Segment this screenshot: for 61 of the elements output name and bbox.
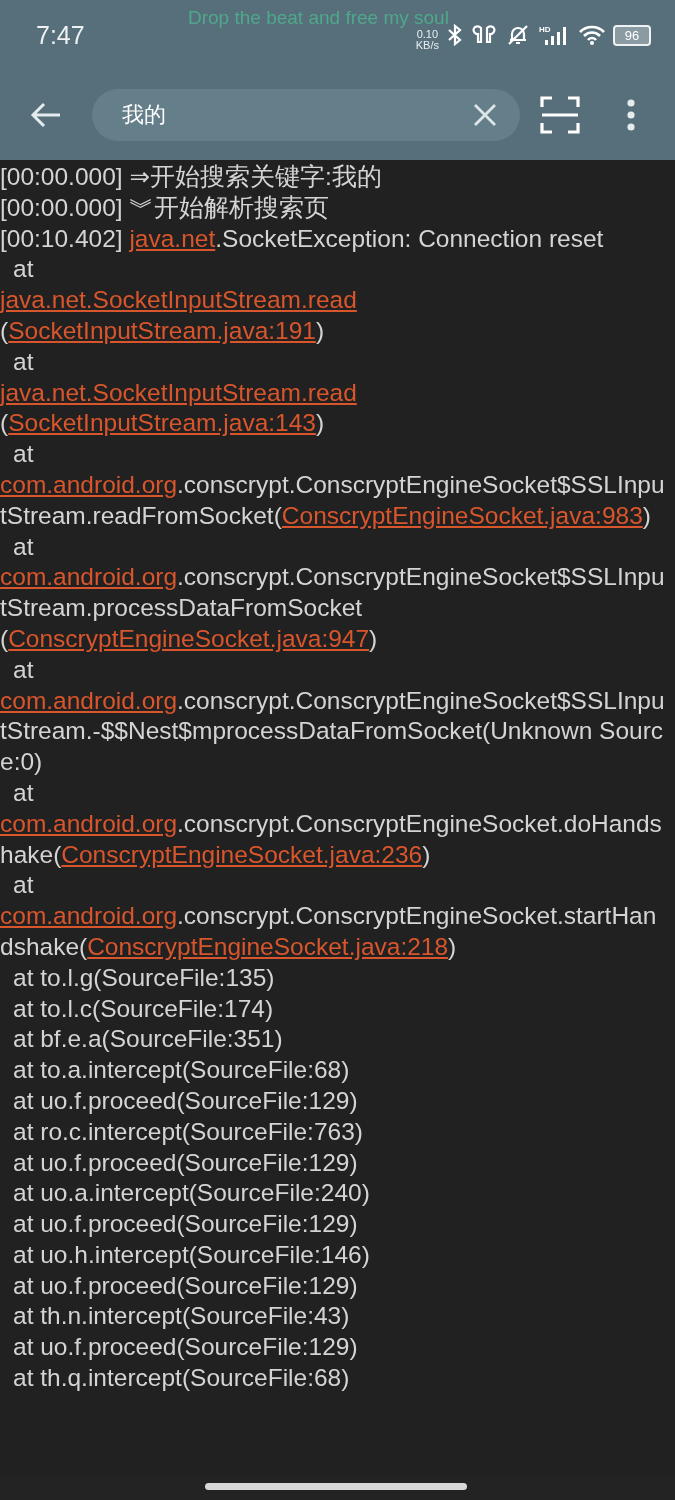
log-line: at to.l.c(SourceFile:174) (12, 993, 275, 1024)
log-line: at (12, 870, 35, 901)
battery-icon: 96 (613, 24, 651, 46)
log-line: at uo.f.proceed(SourceFile:129) (12, 1085, 359, 1116)
log-link[interactable]: com.android.org (0, 686, 178, 714)
log-link[interactable]: java.net (129, 224, 216, 252)
log-line: [00:00.000] ︾开始解析搜索页 (0, 192, 331, 223)
log-link[interactable]: java.net.SocketInputStream.read (0, 286, 357, 314)
log-line: at (12, 254, 35, 285)
log-line: at th.n.intercept(SourceFile:43) (12, 1301, 351, 1332)
gesture-handle[interactable] (205, 1483, 467, 1490)
log-link[interactable]: ConscryptEngineSocket.java:983 (281, 501, 643, 529)
log-line: com.android.org.conscrypt.ConscryptEngineSocket.doHandshake(ConscryptEngineSocket.java:236) (0, 808, 663, 870)
log-line: at uo.f.proceed(SourceFile:129) (12, 1147, 359, 1178)
log-line: at (12, 777, 35, 808)
log-line: at bf.e.a(SourceFile:351) (12, 1024, 284, 1055)
log-line: at uo.f.proceed(SourceFile:129) (12, 1332, 359, 1363)
log-link[interactable]: ConscryptEngineSocket.java:236 (61, 840, 423, 868)
search-input[interactable]: 我的 (120, 101, 472, 129)
log-line: com.android.org.conscrypt.ConscryptEngineSocket.startHandshake(ConscryptEngineSocket.java:218) (0, 901, 658, 962)
log-line: com.android.org.conscrypt.ConscryptEngineSocket$SSLInputStream.-$$Nest$mprocessDataFromSocket(Unknown Source:0) (0, 685, 666, 778)
log-line: at th.q.intercept(SourceFile:68) (12, 1363, 351, 1394)
scan-button[interactable] (540, 95, 580, 135)
log-line: at to.l.g(SourceFile:135) (12, 962, 276, 993)
log-line: java.net.SocketInputStream.read (SocketInputStream.java:143) (0, 377, 358, 439)
log-line: [00:00.000] ⇒开始搜索关键字:我的 (0, 162, 383, 192)
log-link[interactable]: ConscryptEngineSocket.java:947 (8, 624, 370, 652)
more-button[interactable] (626, 99, 636, 131)
log-link[interactable]: com.android.org (0, 563, 178, 591)
log-line: com.android.org.conscrypt.ConscryptEngineSocket$SSLInputStream.processDataFromSocket(ConscryptEngineSocket.java:947) (0, 562, 666, 654)
log-line: at uo.f.proceed(SourceFile:129) (12, 1209, 359, 1240)
log-link[interactable]: java.net.SocketInputStream.read (0, 378, 357, 406)
wifi-icon (578, 24, 606, 46)
log-line: at uo.a.intercept(SourceFile:240) (12, 1178, 371, 1209)
log-line: at (12, 439, 35, 470)
log-line: at uo.h.intercept(SourceFile:146) (12, 1239, 371, 1270)
log-line: at (12, 654, 35, 685)
log-line: [00:10.402] java.net.SocketException: Connection reset (0, 223, 605, 254)
net-speed: 0.10 (416, 29, 439, 40)
log-line: at to.a.intercept(SourceFile:68) (12, 1055, 351, 1086)
signal-label: HD (539, 25, 551, 34)
status-time: 7:47 (36, 20, 85, 50)
back-button[interactable] (30, 101, 62, 129)
log-link[interactable]: com.android.org (0, 902, 178, 930)
lyric-text: Drop the beat and free my soul (188, 8, 449, 28)
search-bar[interactable]: 我的 (92, 89, 520, 141)
log-line: at (12, 531, 35, 562)
net-speed-unit: KB/s (415, 40, 439, 51)
log-link[interactable]: SocketInputStream.java:143 (8, 409, 316, 437)
log-line: java.net.SocketInputStream.read (SocketInputStream.java:191) (0, 285, 358, 346)
log-link[interactable]: SocketInputStream.java:191 (8, 317, 316, 344)
log-link[interactable]: com.android.org (0, 809, 178, 837)
log-link[interactable]: ConscryptEngineSocket.java:218 (87, 932, 449, 960)
clear-icon[interactable] (472, 102, 498, 128)
earbuds-icon (471, 24, 497, 46)
log-line: com.android.org.conscrypt.ConscryptEngineSocket$SSLInputStream.readFromSocket(ConscryptEngineSocket.java:983) (0, 469, 666, 531)
log-link[interactable]: com.android.org (0, 470, 178, 498)
bluetooth-icon (446, 24, 464, 46)
log-line: at uo.f.proceed(SourceFile:129) (12, 1270, 359, 1301)
log-line: at (12, 346, 35, 377)
log-line: at ro.c.intercept(SourceFile:763) (12, 1116, 364, 1147)
